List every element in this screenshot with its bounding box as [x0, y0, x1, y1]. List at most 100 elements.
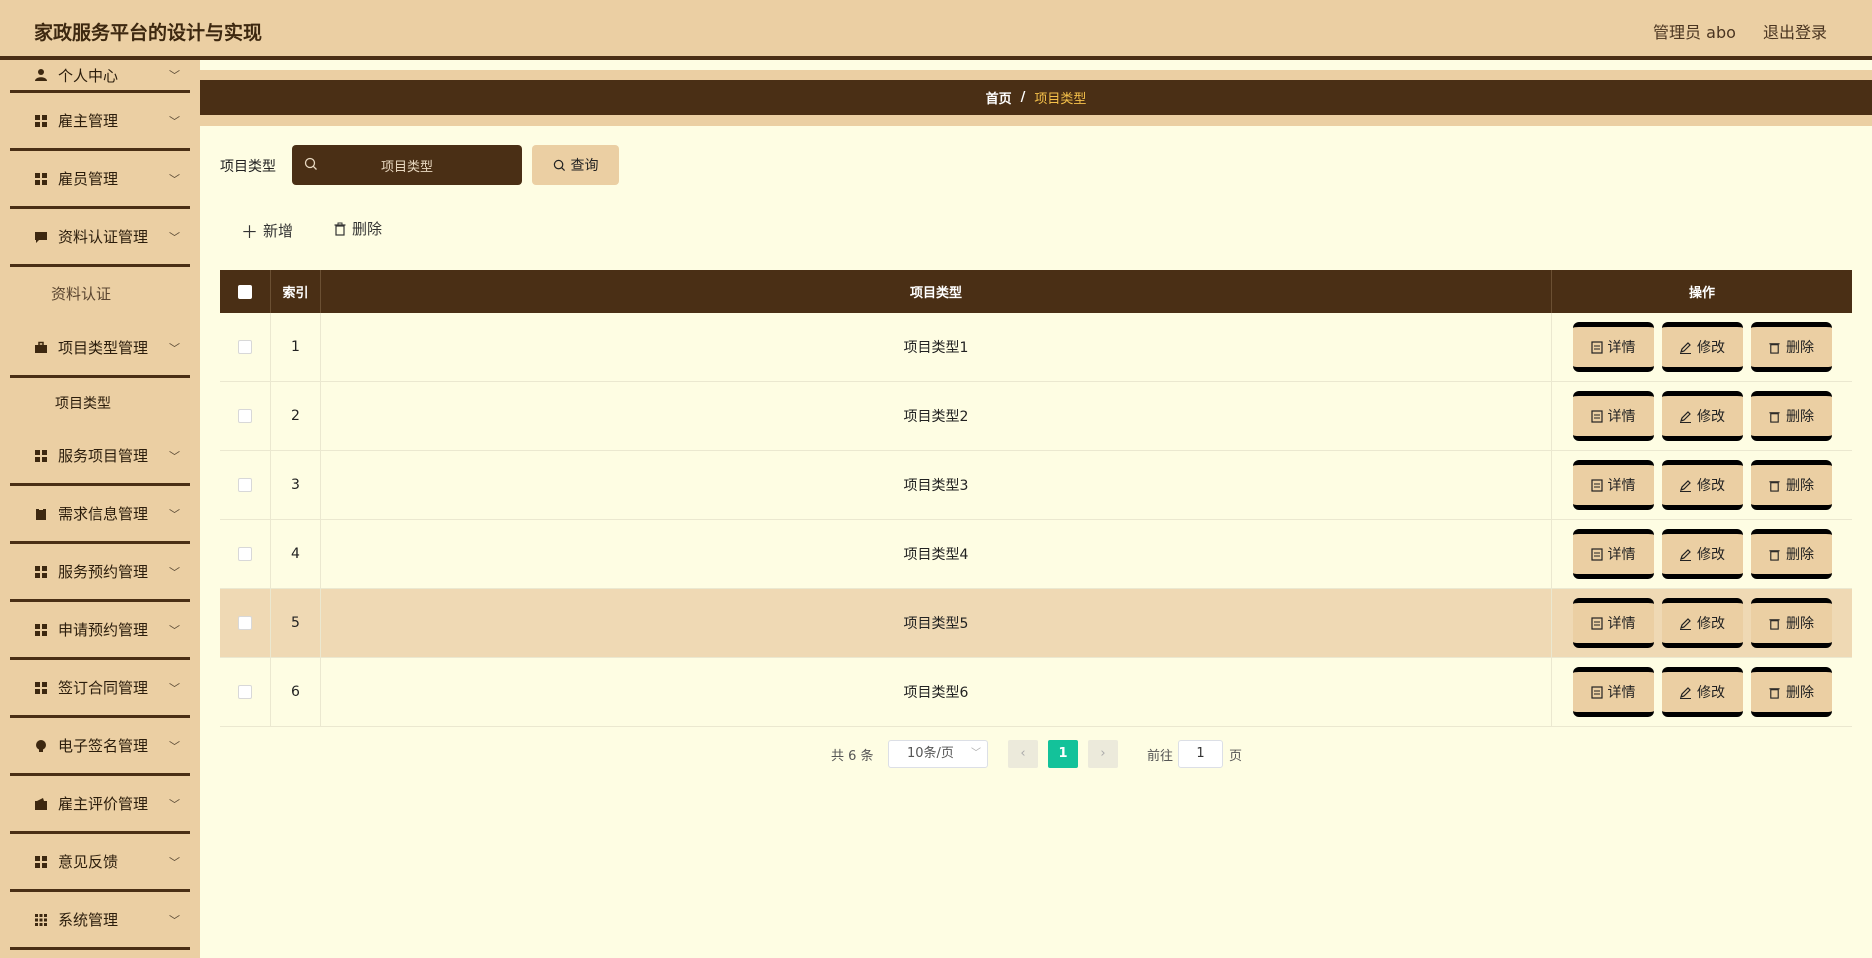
search-input[interactable]: 项目类型 — [292, 145, 522, 185]
delete-button[interactable]: 删除 — [1750, 322, 1832, 372]
delete-label: 删除 — [1786, 547, 1814, 563]
delete-button[interactable]: 删除 — [1750, 460, 1832, 510]
prev-page-button[interactable]: ‹ — [1008, 740, 1038, 768]
delete-button[interactable]: 删除 — [1750, 667, 1832, 717]
cell-index: 2 — [271, 382, 321, 450]
page-number-button[interactable]: 1 — [1048, 740, 1078, 768]
edit-button[interactable]: 修改 — [1661, 667, 1743, 717]
sidebar-item-apply-booking[interactable]: 申请预约管理 ﹀ — [10, 602, 190, 660]
chevron-down-icon: ﹀ — [169, 855, 180, 869]
sidebar-item-label: 资料认证管理 — [58, 228, 149, 246]
delete-label: 删除 — [1786, 616, 1814, 632]
delete-button[interactable]: 删除 — [1750, 391, 1832, 441]
page-size-select[interactable]: 10条/页 ﹀ — [888, 740, 988, 768]
edit-label: 修改 — [1697, 409, 1725, 425]
next-page-button[interactable]: › — [1088, 740, 1118, 768]
chevron-left-icon: ‹ — [1020, 746, 1026, 761]
table-row: 4 项目类型4 详情 修改 删除 — [220, 520, 1852, 589]
sidebar-item-employer-review[interactable]: 雇主评价管理 ﹀ — [10, 776, 190, 834]
chevron-down-icon: ﹀ — [169, 623, 180, 637]
sidebar-item-contract[interactable]: 签订合同管理 ﹀ — [10, 660, 190, 718]
sidebar-item-employer[interactable]: 雇主管理 ﹀ — [10, 93, 190, 151]
row-checkbox[interactable] — [238, 340, 252, 354]
row-checkbox[interactable] — [238, 685, 252, 699]
sidebar-item-system[interactable]: 系统管理 ﹀ — [10, 892, 190, 950]
document-icon — [1590, 616, 1603, 630]
row-checkbox[interactable] — [238, 478, 252, 492]
sidebar-item-demand-info[interactable]: 需求信息管理 ﹀ — [10, 486, 190, 544]
detail-button[interactable]: 详情 — [1572, 598, 1654, 648]
sidebar-item-service-project[interactable]: 服务项目管理 ﹀ — [10, 428, 190, 486]
row-checkbox[interactable] — [238, 547, 252, 561]
edit-icon — [1680, 479, 1691, 492]
briefcase-icon — [35, 341, 47, 353]
goto-page-input[interactable]: 1 — [1178, 740, 1223, 768]
detail-button[interactable]: 详情 — [1572, 322, 1654, 372]
sidebar-item-employee[interactable]: 雇员管理 ﹀ — [10, 151, 190, 209]
edit-button[interactable]: 修改 — [1661, 598, 1743, 648]
add-button[interactable]: ＋ 新增 — [241, 218, 293, 243]
row-checkbox[interactable] — [238, 616, 252, 630]
sidebar-subitem-project-type[interactable]: 项目类型 — [0, 378, 200, 428]
grid-icon — [35, 114, 47, 127]
sidebar-item-label: 系统管理 — [58, 911, 119, 929]
detail-button[interactable]: 详情 — [1572, 667, 1654, 717]
breadcrumb-separator: / — [1020, 90, 1026, 105]
chevron-down-icon: ﹀ — [169, 69, 180, 82]
sidebar-item-feedback[interactable]: 意见反馈 ﹀ — [10, 834, 190, 892]
detail-button[interactable]: 详情 — [1572, 460, 1654, 510]
delete-button-label: 删除 — [352, 220, 383, 238]
cell-index: 4 — [271, 520, 321, 588]
sidebar-subitem-certification[interactable]: 资料认证 — [0, 267, 200, 320]
wallet-icon — [35, 797, 47, 810]
breadcrumb: 首页 / 项目类型 — [200, 80, 1872, 115]
query-button[interactable]: 查询 — [532, 145, 619, 185]
sidebar: 个人中心 ﹀ 雇主管理 ﹀ 雇员管理 ﹀ 资料认证管理 ﹀ 资料认证 项目类型管… — [0, 60, 200, 958]
cell-type: 项目类型2 — [321, 382, 1552, 450]
breadcrumb-home[interactable]: 首页 — [986, 88, 1012, 107]
document-icon — [1590, 547, 1603, 561]
edit-button[interactable]: 修改 — [1661, 460, 1743, 510]
detail-button[interactable]: 详情 — [1572, 529, 1654, 579]
sidebar-item-service-booking[interactable]: 服务预约管理 ﹀ — [10, 544, 190, 602]
trash-icon — [1769, 480, 1780, 492]
sidebar-item-personal-center[interactable]: 个人中心 ﹀ — [10, 60, 190, 93]
sidebar-item-label: 雇主评价管理 — [58, 795, 149, 813]
table-header: 索引 项目类型 操作 — [220, 270, 1852, 313]
chat-icon — [35, 231, 47, 243]
edit-label: 修改 — [1697, 547, 1725, 563]
select-all-checkbox[interactable] — [238, 284, 252, 299]
row-checkbox[interactable] — [238, 409, 252, 423]
header-select-all[interactable] — [220, 270, 271, 313]
edit-button[interactable]: 修改 — [1661, 391, 1743, 441]
user-icon — [35, 69, 47, 81]
detail-label: 详情 — [1607, 409, 1636, 425]
edit-label: 修改 — [1697, 478, 1725, 494]
delete-label: 删除 — [1786, 409, 1814, 425]
edit-label: 修改 — [1697, 340, 1725, 356]
edit-button[interactable]: 修改 — [1661, 322, 1743, 372]
detail-button[interactable]: 详情 — [1572, 391, 1654, 441]
trash-icon — [1769, 342, 1780, 354]
sidebar-item-certification[interactable]: 资料认证管理 ﹀ — [10, 209, 190, 267]
search-icon — [553, 159, 565, 171]
detail-label: 详情 — [1607, 616, 1636, 632]
chevron-down-icon: ﹀ — [169, 507, 180, 521]
sidebar-item-label: 申请预约管理 — [58, 621, 149, 639]
detail-label: 详情 — [1607, 547, 1636, 563]
add-button-label: 新增 — [263, 222, 294, 240]
batch-delete-button[interactable]: 删除 — [333, 218, 382, 239]
top-header: 家政服务平台的设计与实现 管理员 abo 退出登录 — [0, 0, 1872, 60]
header-type: 项目类型 — [321, 270, 1552, 313]
edit-button[interactable]: 修改 — [1661, 529, 1743, 579]
grid-icon — [35, 681, 47, 694]
table-row: 2 项目类型2 详情 修改 删除 — [220, 382, 1852, 451]
sidebar-item-project-type[interactable]: 项目类型管理 ﹀ — [10, 320, 190, 378]
edit-icon — [1680, 341, 1691, 354]
logout-link[interactable]: 退出登录 — [1763, 23, 1827, 42]
search-placeholder: 项目类型 — [380, 159, 433, 175]
delete-button[interactable]: 删除 — [1750, 598, 1832, 648]
sidebar-item-label: 意见反馈 — [58, 853, 119, 871]
delete-button[interactable]: 删除 — [1750, 529, 1832, 579]
edit-icon — [1680, 617, 1691, 630]
